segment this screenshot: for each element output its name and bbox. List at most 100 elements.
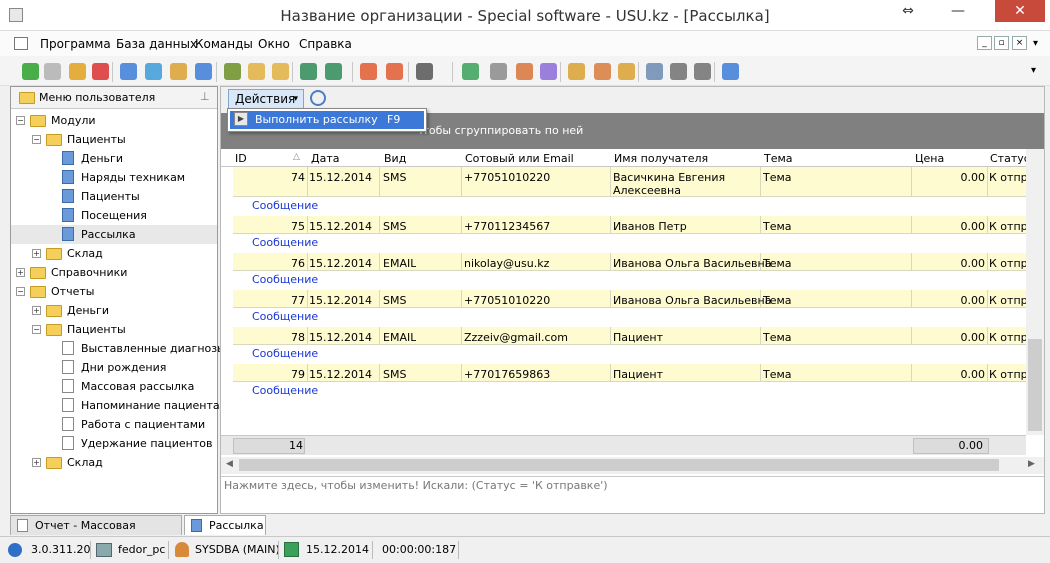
tree-item[interactable]: Наряды техникам [11, 168, 217, 187]
actions-button[interactable]: Действия ▾ [228, 89, 304, 110]
tree-item[interactable]: + Деньги [11, 301, 217, 320]
message-detail-link[interactable]: Сообщение [252, 347, 318, 360]
scroll-left-icon[interactable]: ◀ [226, 459, 233, 469]
run-mailing-menu-item[interactable]: ▶ Выполнить рассылку F9 [230, 111, 424, 129]
tab-mailing[interactable]: Рассылка [184, 515, 266, 535]
expand-icon[interactable]: + [32, 458, 41, 467]
tree-item[interactable]: Посещения [11, 206, 217, 225]
restore-window-button[interactable]: ⇔ [898, 3, 918, 25]
close-window-icon[interactable] [386, 63, 403, 80]
tree-item[interactable]: − Модули [11, 111, 217, 130]
tree-item[interactable]: Пациенты [11, 187, 217, 206]
printer-icon[interactable] [670, 63, 687, 80]
minimize-window-button[interactable]: — [948, 3, 968, 25]
tree-item[interactable]: − Пациенты [11, 130, 217, 149]
table-row[interactable]: 76 15.12.2014 EMAIL nikolay@usu.kz Иванова О… [233, 253, 1026, 271]
edit-icon[interactable] [69, 63, 86, 80]
clock-icon[interactable] [310, 90, 326, 106]
col-recipient-header[interactable]: Имя получателя [614, 152, 708, 165]
col-subject-header[interactable]: Тема [764, 152, 793, 165]
delete-icon[interactable] [92, 63, 109, 80]
grid-vertical-scrollbar[interactable] [1026, 149, 1044, 435]
pin-icon[interactable]: ⊥ [200, 90, 210, 103]
toolbar-chevron-icon[interactable]: ▾ [1031, 65, 1036, 76]
tree-item[interactable]: Деньги [11, 149, 217, 168]
collapse-icon[interactable]: − [32, 325, 41, 334]
message-detail-link[interactable]: Сообщение [252, 236, 318, 249]
menubar-chevron-icon[interactable]: ▾ [1033, 38, 1038, 49]
close-window-button[interactable]: ✕ [995, 0, 1045, 22]
mdi-close-button[interactable]: × [1012, 36, 1027, 50]
menu-window[interactable]: Окно [258, 37, 290, 51]
col-id-header[interactable]: ID [235, 152, 247, 165]
horizontal-scroll-thumb[interactable] [239, 459, 999, 471]
tree-item[interactable]: Выставленные диагнозы [11, 339, 226, 358]
tree-item[interactable]: + Справочники [11, 263, 217, 282]
table-row[interactable]: 75 15.12.2014 SMS +77011234567 Иванов Петр Те… [233, 216, 1026, 234]
group-icon[interactable] [248, 63, 265, 80]
expand-icon[interactable]: + [32, 306, 41, 315]
export-menu-icon[interactable] [325, 63, 342, 80]
table-row[interactable]: 77 15.12.2014 SMS +77051010220 Иванова Ольга… [233, 290, 1026, 308]
users-icon[interactable] [594, 63, 611, 80]
add-icon[interactable] [22, 63, 39, 80]
collapse-icon[interactable]: − [16, 116, 25, 125]
filter-icon[interactable] [224, 63, 241, 80]
message-detail-link[interactable]: Сообщение [252, 273, 318, 286]
tree-item[interactable]: Удержание пациентов [11, 434, 217, 453]
message-detail-link[interactable]: Сообщение [252, 384, 318, 397]
menu-commands[interactable]: Команды [195, 37, 253, 51]
filter-bar[interactable]: Нажмите здесь, чтобы изменить! Искали: (… [221, 476, 1044, 513]
table-row[interactable]: 74 15.12.2014 SMS +77051010220 Васичкина Евг… [233, 167, 1026, 197]
tools-icon[interactable] [490, 63, 507, 80]
play-icon[interactable] [694, 63, 711, 80]
menu-help[interactable]: Справка [299, 37, 352, 51]
export-excel-icon[interactable] [300, 63, 317, 80]
menu-database[interactable]: База данных [116, 37, 197, 51]
expand-icon[interactable]: + [32, 249, 41, 258]
search-icon[interactable] [120, 63, 137, 80]
tree-item[interactable]: Напоминание пациентам [11, 396, 228, 415]
print-preview-icon[interactable] [416, 63, 433, 80]
comment-icon[interactable] [195, 63, 212, 80]
col-contact-header[interactable]: Сотовый или Email [465, 152, 574, 165]
tree-item[interactable]: + Склад [11, 244, 217, 263]
grid-horizontal-scrollbar[interactable]: ◀ ▶ [221, 457, 1044, 474]
key-icon[interactable] [618, 63, 635, 80]
filter-text[interactable]: Нажмите здесь, чтобы изменить! Искали: (… [224, 479, 608, 492]
palette-icon[interactable] [516, 63, 533, 80]
tree-icon[interactable] [272, 63, 289, 80]
expand-icon[interactable]: + [16, 268, 25, 277]
calendar-icon[interactable] [462, 63, 479, 80]
refresh-icon[interactable] [145, 63, 162, 80]
lock-icon[interactable] [568, 63, 585, 80]
sort-icon[interactable] [170, 63, 187, 80]
tree-item[interactable]: Рассылка [11, 225, 217, 244]
tree-item[interactable]: + Склад [11, 453, 217, 472]
tree-item[interactable]: Массовая рассылка [11, 377, 217, 396]
tree-item[interactable]: Работа с пациентами [11, 415, 217, 434]
copy-icon[interactable] [44, 63, 61, 80]
col-kind-header[interactable]: Вид [384, 152, 406, 165]
collapse-icon[interactable]: − [16, 287, 25, 296]
mdi-restore-button[interactable]: ▫ [994, 36, 1009, 50]
table-row[interactable]: 79 15.12.2014 SMS +77017659863 Пациент Тема 0.… [233, 364, 1026, 382]
col-price-header[interactable]: Цена [915, 152, 944, 165]
mdi-minimize-button[interactable]: _ [977, 36, 992, 50]
table-row[interactable]: 78 15.12.2014 EMAIL Zzzeiv@gmail.com Пациент… [233, 327, 1026, 345]
collapse-icon[interactable]: − [32, 135, 41, 144]
info-icon[interactable] [722, 63, 739, 80]
notepad-icon[interactable] [540, 63, 557, 80]
table-icon[interactable] [646, 63, 663, 80]
vertical-scroll-thumb[interactable] [1028, 339, 1042, 431]
col-date-header[interactable]: Дата [311, 152, 339, 165]
message-detail-link[interactable]: Сообщение [252, 199, 318, 212]
menu-program[interactable]: Программа [40, 37, 111, 51]
col-status-header[interactable]: Статус [990, 152, 1026, 165]
tree-item[interactable]: Дни рождения [11, 358, 217, 377]
tree-item[interactable]: − Отчеты [11, 282, 217, 301]
scroll-right-icon[interactable]: ▶ [1028, 459, 1035, 469]
message-detail-link[interactable]: Сообщение [252, 310, 318, 323]
tree-item[interactable]: − Пациенты [11, 320, 217, 339]
new-window-icon[interactable] [360, 63, 377, 80]
